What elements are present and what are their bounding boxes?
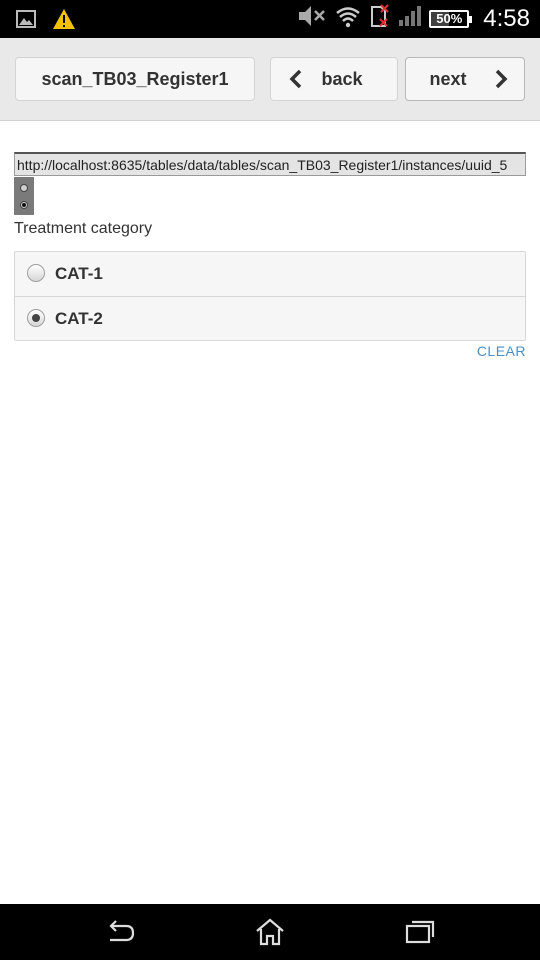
- question-label: Treatment category: [14, 220, 153, 237]
- mini-radio-group[interactable]: [14, 177, 34, 215]
- chevron-left-icon: [289, 69, 303, 94]
- status-bar: 50% 4:58: [0, 0, 540, 38]
- status-right: 50% 4:58: [297, 4, 530, 33]
- radio-option-list: CAT-1 CAT-2: [14, 251, 526, 341]
- nav-back-icon[interactable]: [104, 918, 136, 946]
- status-left: [16, 8, 76, 35]
- next-button[interactable]: next: [405, 57, 525, 101]
- radio-button-cat-1[interactable]: [27, 264, 45, 282]
- warning-icon: [52, 8, 76, 35]
- form-title-label: scan_TB03_Register1: [41, 68, 229, 89]
- url-field[interactable]: http://localhost:8635/tables/data/tables…: [14, 152, 526, 176]
- radio-label-cat-1: CAT-1: [55, 264, 103, 283]
- nav-recent-apps-icon[interactable]: [404, 918, 436, 946]
- mini-radio-1[interactable]: [20, 184, 28, 192]
- next-label: next: [429, 68, 467, 89]
- wifi-icon: [335, 4, 361, 33]
- clear-button[interactable]: CLEAR: [477, 343, 526, 359]
- back-label: back: [321, 68, 363, 89]
- signal-icon: [397, 4, 422, 33]
- battery-icon: 50%: [429, 9, 473, 28]
- radio-button-cat-2[interactable]: [27, 309, 45, 327]
- back-button[interactable]: back: [270, 57, 398, 101]
- mini-radio-2[interactable]: [20, 201, 28, 209]
- radio-option-cat-1[interactable]: CAT-1: [15, 252, 525, 296]
- gallery-icon: [16, 10, 36, 33]
- nav-home-icon[interactable]: [254, 918, 286, 946]
- form-title-button[interactable]: scan_TB03_Register1: [15, 57, 255, 101]
- status-time: 4:58: [483, 4, 530, 32]
- mute-icon: [297, 4, 327, 33]
- radio-label-cat-2: CAT-2: [55, 308, 103, 328]
- radio-option-cat-2[interactable]: CAT-2: [15, 296, 525, 340]
- sim-missing-icon: [369, 4, 389, 33]
- header-toolbar: scan_TB03_Register1 back next: [0, 38, 540, 121]
- battery-label: 50%: [436, 11, 463, 26]
- navigation-bar: [0, 904, 540, 960]
- chevron-right-icon: [494, 69, 508, 94]
